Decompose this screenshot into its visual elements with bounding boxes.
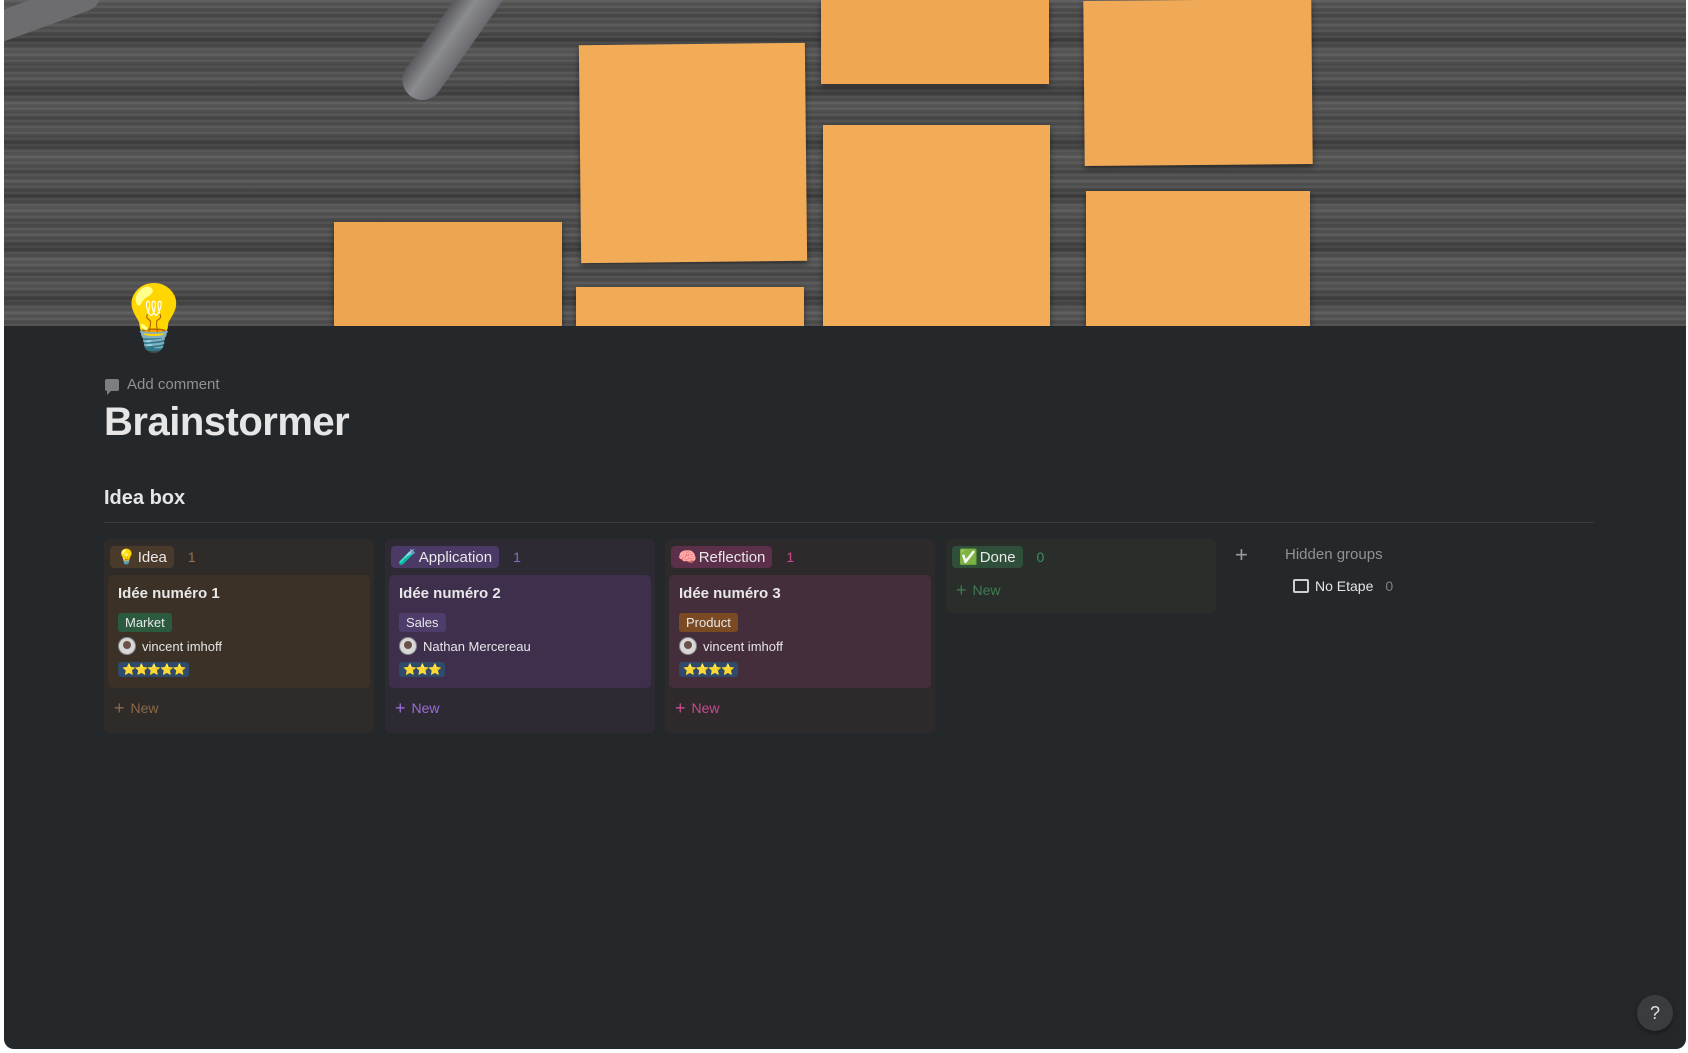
board-title[interactable]: Idea box: [104, 487, 185, 510]
card-person: vincent imhoff: [679, 637, 783, 655]
cover-sticky-note: [576, 287, 804, 326]
column-header[interactable]: 💡 Idea 1: [110, 546, 196, 568]
avatar: [679, 637, 697, 655]
person-name: Nathan Mercereau: [423, 638, 531, 654]
help-button[interactable]: ?: [1637, 995, 1673, 1031]
group-count: 0: [1036, 549, 1045, 565]
card-title: Idée numéro 2: [399, 585, 501, 602]
add-comment-label: Add comment: [127, 376, 220, 393]
cover-sticky-note: [821, 0, 1049, 84]
card-person: vincent imhoff: [118, 637, 222, 655]
plus-icon: +: [114, 698, 125, 718]
card-title: Idée numéro 3: [679, 585, 781, 602]
group-tag-done[interactable]: ✅ Done: [952, 546, 1023, 568]
person-name: vincent imhoff: [703, 638, 783, 654]
rating-stars: ⭐⭐⭐: [399, 662, 446, 677]
board-column-application: 🧪 Application 1 Idée numéro 2 Sales Nath…: [385, 539, 655, 733]
new-label: New: [130, 700, 159, 716]
new-label: New: [411, 700, 440, 716]
new-card-button[interactable]: + New: [114, 699, 159, 717]
brain-icon: 🧠: [678, 549, 697, 566]
cover-sticky-note: [334, 222, 562, 326]
new-label: New: [691, 700, 720, 716]
tag-market: Market: [118, 613, 172, 632]
rating-stars: ⭐⭐⭐⭐⭐: [118, 662, 190, 677]
group-count: 1: [513, 549, 521, 565]
cover-sticky-note: [823, 125, 1050, 326]
tag-product: Product: [679, 613, 738, 632]
plus-icon: +: [675, 698, 686, 718]
check-mark-icon: ✅: [959, 549, 978, 566]
board-divider: [104, 522, 1594, 523]
hidden-group-name: No Etape: [1315, 578, 1374, 594]
avatar: [399, 637, 417, 655]
person-name: vincent imhoff: [142, 638, 222, 654]
new-card-button[interactable]: + New: [675, 699, 720, 717]
plus-icon: +: [956, 580, 967, 600]
board-card[interactable]: Idée numéro 2 Sales Nathan Mercereau ⭐⭐⭐: [389, 575, 651, 688]
group-tag-idea[interactable]: 💡 Idea: [110, 546, 174, 568]
board-column-reflection: 🧠 Reflection 1 Idée numéro 3 Product vin…: [665, 539, 935, 733]
hidden-group-count: 0: [1385, 578, 1394, 594]
page-icon-lightbulb[interactable]: 💡: [114, 286, 194, 350]
page-cover-image[interactable]: [4, 0, 1686, 326]
new-label: New: [972, 582, 1001, 598]
card-title: Idée numéro 1: [118, 585, 220, 602]
avatar: [118, 637, 136, 655]
cover-sticky-note: [578, 42, 808, 264]
inbox-icon: [1293, 579, 1309, 593]
column-header[interactable]: ✅ Done 0: [952, 546, 1044, 568]
board-column-idea: 💡 Idea 1 Idée numéro 1 Market vincent im…: [104, 539, 374, 733]
new-card-button[interactable]: + New: [956, 581, 1001, 599]
cover-sticky-note: [1083, 0, 1313, 166]
app-window: 💡 Add comment Brainstormer Idea box 💡 Id…: [4, 0, 1686, 1049]
lightbulb-icon: 💡: [117, 549, 136, 566]
group-name: Idea: [137, 548, 167, 566]
board-column-done: ✅ Done 0 + New: [946, 539, 1216, 613]
column-header[interactable]: 🧪 Application 1: [391, 546, 521, 568]
card-person: Nathan Mercereau: [399, 637, 531, 655]
group-tag-application[interactable]: 🧪 Application: [391, 546, 500, 568]
new-card-button[interactable]: + New: [395, 699, 440, 717]
hidden-group-no-etape[interactable]: No Etape 0: [1293, 578, 1393, 594]
tag-sales: Sales: [399, 613, 446, 632]
plus-icon: +: [395, 698, 406, 718]
group-count: 1: [187, 549, 196, 565]
board-card[interactable]: Idée numéro 3 Product vincent imhoff ⭐⭐⭐…: [669, 575, 931, 688]
group-count: 1: [786, 549, 795, 565]
column-header[interactable]: 🧠 Reflection 1: [671, 546, 794, 568]
rating-stars: ⭐⭐⭐⭐: [679, 662, 738, 677]
add-group-button[interactable]: +: [1235, 542, 1248, 568]
group-name: Done: [979, 548, 1016, 566]
page-title[interactable]: Brainstormer: [104, 400, 350, 445]
cover-sticky-note: [1086, 191, 1310, 326]
hidden-groups-label: Hidden groups: [1285, 546, 1383, 563]
cover-pen: [394, 0, 514, 108]
group-tag-reflection[interactable]: 🧠 Reflection: [671, 546, 773, 568]
comment-icon: [105, 378, 119, 395]
add-comment-button[interactable]: Add comment: [105, 376, 220, 395]
test-tube-icon: 🧪: [398, 549, 417, 566]
group-name: Application: [418, 548, 493, 566]
group-name: Reflection: [698, 548, 766, 566]
board-card[interactable]: Idée numéro 1 Market vincent imhoff ⭐⭐⭐⭐…: [108, 575, 370, 688]
cover-object-left: [4, 0, 106, 42]
